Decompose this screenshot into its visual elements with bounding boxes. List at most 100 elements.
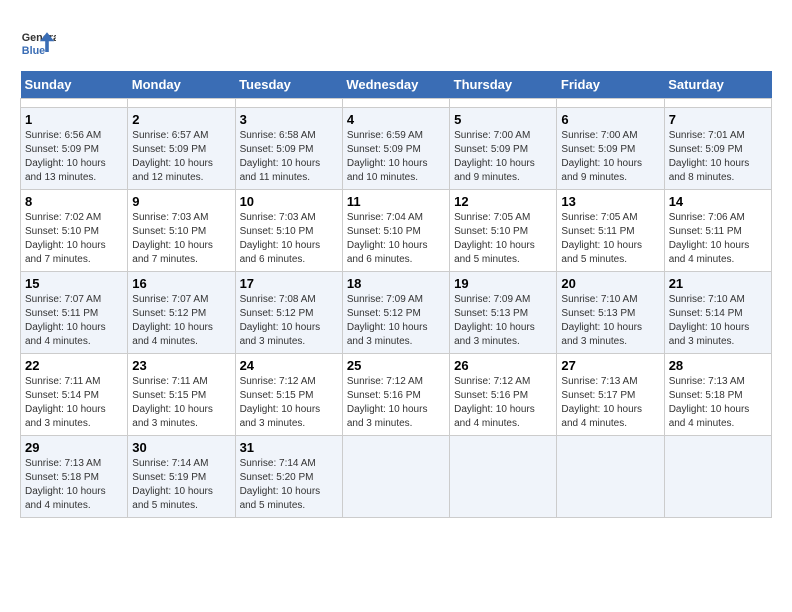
calendar-cell: 16 Sunrise: 7:07 AMSunset: 5:12 PMDayligh… [128,272,235,354]
calendar-table: SundayMondayTuesdayWednesdayThursdayFrid… [20,71,772,518]
day-info: Sunrise: 7:07 AMSunset: 5:12 PMDaylight:… [132,293,230,349]
calendar-cell: 6 Sunrise: 7:00 AMSunset: 5:09 PMDaylight… [557,108,664,190]
day-number: 8 [25,194,123,209]
calendar-cell: 12 Sunrise: 7:05 AMSunset: 5:10 PMDayligh… [450,190,557,272]
calendar-cell: 5 Sunrise: 7:00 AMSunset: 5:09 PMDaylight… [450,108,557,190]
day-number: 7 [669,112,767,127]
calendar-cell [557,436,664,518]
day-info: Sunrise: 7:03 AMSunset: 5:10 PMDaylight:… [132,211,230,267]
day-info: Sunrise: 7:00 AMSunset: 5:09 PMDaylight:… [454,129,552,185]
calendar-cell: 4Sunrise: 6:59 AMSunset: 5:09 PMDaylight… [342,108,449,190]
day-header-saturday: Saturday [664,71,771,99]
day-info: Sunrise: 7:11 AMSunset: 5:15 PMDaylight:… [132,375,230,431]
week-row-1: 1Sunrise: 6:56 AMSunset: 5:09 PMDaylight… [21,108,772,190]
calendar-cell: 3 Sunrise: 6:58 AMSunset: 5:09 PMDaylight… [235,108,342,190]
day-number: 19 [454,276,552,291]
day-number: 21 [669,276,767,291]
day-number: 20 [561,276,659,291]
day-number: 3 [240,112,338,127]
day-number: 1 [25,112,123,127]
calendar-cell: 7 Sunrise: 7:01 AMSunset: 5:09 PMDaylight… [664,108,771,190]
calendar-cell: 21Sunrise: 7:10 AMSunset: 5:14 PMDayligh… [664,272,771,354]
calendar-cell: 1Sunrise: 6:56 AMSunset: 5:09 PMDaylight… [21,108,128,190]
day-number: 29 [25,440,123,455]
logo: General Blue [20,25,60,61]
day-number: 9 [132,194,230,209]
calendar-cell: 9 Sunrise: 7:03 AMSunset: 5:10 PMDaylight… [128,190,235,272]
day-info: Sunrise: 7:12 AMSunset: 5:16 PMDaylight:… [347,375,445,431]
day-number: 5 [454,112,552,127]
calendar-cell: 15 Sunrise: 7:07 AMSunset: 5:11 PMDayligh… [21,272,128,354]
day-info: Sunrise: 7:02 AMSunset: 5:10 PMDaylight:… [25,211,123,267]
day-header-thursday: Thursday [450,71,557,99]
day-info: Sunrise: 7:10 AMSunset: 5:13 PMDaylight:… [561,293,659,349]
day-info: Sunrise: 7:08 AMSunset: 5:12 PMDaylight:… [240,293,338,349]
day-number: 25 [347,358,445,373]
logo-icon: General Blue [20,25,56,61]
calendar-cell: 24Sunrise: 7:12 AMSunset: 5:15 PMDayligh… [235,354,342,436]
day-number: 26 [454,358,552,373]
day-info: Sunrise: 7:05 AMSunset: 5:10 PMDaylight:… [454,211,552,267]
calendar-cell [557,99,664,108]
calendar-cell: 2 Sunrise: 6:57 AMSunset: 5:09 PMDaylight… [128,108,235,190]
calendar-cell: 13 Sunrise: 7:05 AMSunset: 5:11 PMDayligh… [557,190,664,272]
calendar-cell: 22Sunrise: 7:11 AMSunset: 5:14 PMDayligh… [21,354,128,436]
calendar-cell: 23 Sunrise: 7:11 AMSunset: 5:15 PMDayligh… [128,354,235,436]
day-info: Sunrise: 7:07 AMSunset: 5:11 PMDaylight:… [25,293,123,349]
calendar-cell: 28 Sunrise: 7:13 AMSunset: 5:18 PMDayligh… [664,354,771,436]
day-info: Sunrise: 7:01 AMSunset: 5:09 PMDaylight:… [669,129,767,185]
day-info: Sunrise: 6:58 AMSunset: 5:09 PMDaylight:… [240,129,338,185]
calendar-cell: 8 Sunrise: 7:02 AMSunset: 5:10 PMDaylight… [21,190,128,272]
day-header-wednesday: Wednesday [342,71,449,99]
day-number: 23 [132,358,230,373]
day-info: Sunrise: 7:05 AMSunset: 5:11 PMDaylight:… [561,211,659,267]
day-number: 15 [25,276,123,291]
day-number: 24 [240,358,338,373]
day-number: 11 [347,194,445,209]
calendar-cell [342,436,449,518]
week-row-2: 8 Sunrise: 7:02 AMSunset: 5:10 PMDaylight… [21,190,772,272]
calendar-cell: 14 Sunrise: 7:06 AMSunset: 5:11 PMDayligh… [664,190,771,272]
calendar-cell: 17 Sunrise: 7:08 AMSunset: 5:12 PMDayligh… [235,272,342,354]
calendar-cell: 18Sunrise: 7:09 AMSunset: 5:12 PMDayligh… [342,272,449,354]
day-header-tuesday: Tuesday [235,71,342,99]
day-number: 2 [132,112,230,127]
day-number: 17 [240,276,338,291]
day-info: Sunrise: 6:57 AMSunset: 5:09 PMDaylight:… [132,129,230,185]
day-info: Sunrise: 7:13 AMSunset: 5:18 PMDaylight:… [669,375,767,431]
day-info: Sunrise: 7:14 AMSunset: 5:20 PMDaylight:… [240,457,338,513]
day-info: Sunrise: 7:09 AMSunset: 5:13 PMDaylight:… [454,293,552,349]
calendar-cell: 27 Sunrise: 7:13 AMSunset: 5:17 PMDayligh… [557,354,664,436]
day-number: 14 [669,194,767,209]
calendar-cell [342,99,449,108]
day-info: Sunrise: 7:06 AMSunset: 5:11 PMDaylight:… [669,211,767,267]
day-info: Sunrise: 7:00 AMSunset: 5:09 PMDaylight:… [561,129,659,185]
day-header-friday: Friday [557,71,664,99]
day-number: 31 [240,440,338,455]
day-number: 12 [454,194,552,209]
day-number: 27 [561,358,659,373]
day-info: Sunrise: 7:09 AMSunset: 5:12 PMDaylight:… [347,293,445,349]
calendar-cell [664,436,771,518]
calendar-cell: 10Sunrise: 7:03 AMSunset: 5:10 PMDayligh… [235,190,342,272]
day-info: Sunrise: 7:13 AMSunset: 5:17 PMDaylight:… [561,375,659,431]
week-row-0 [21,99,772,108]
day-header-sunday: Sunday [21,71,128,99]
days-header-row: SundayMondayTuesdayWednesdayThursdayFrid… [21,71,772,99]
day-info: Sunrise: 7:03 AMSunset: 5:10 PMDaylight:… [240,211,338,267]
calendar-cell: 20 Sunrise: 7:10 AMSunset: 5:13 PMDayligh… [557,272,664,354]
week-row-4: 22Sunrise: 7:11 AMSunset: 5:14 PMDayligh… [21,354,772,436]
calendar-cell: 29Sunrise: 7:13 AMSunset: 5:18 PMDayligh… [21,436,128,518]
day-number: 6 [561,112,659,127]
calendar-cell: 30Sunrise: 7:14 AMSunset: 5:19 PMDayligh… [128,436,235,518]
day-info: Sunrise: 7:14 AMSunset: 5:19 PMDaylight:… [132,457,230,513]
day-number: 28 [669,358,767,373]
day-info: Sunrise: 7:04 AMSunset: 5:10 PMDaylight:… [347,211,445,267]
day-number: 13 [561,194,659,209]
calendar-cell: 31 Sunrise: 7:14 AMSunset: 5:20 PMDayligh… [235,436,342,518]
day-info: Sunrise: 7:11 AMSunset: 5:14 PMDaylight:… [25,375,123,431]
day-header-monday: Monday [128,71,235,99]
day-number: 16 [132,276,230,291]
calendar-cell [235,99,342,108]
header: General Blue [20,20,772,61]
